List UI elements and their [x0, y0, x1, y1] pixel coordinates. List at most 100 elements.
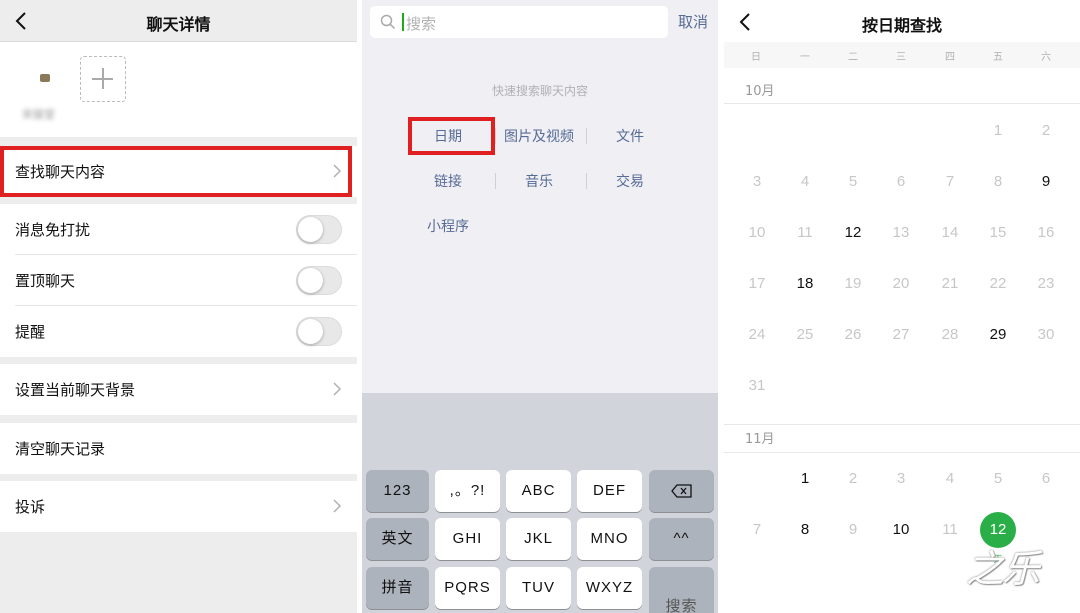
calendar-day[interactable]: 29	[978, 326, 1018, 343]
search-placeholder: 搜索	[406, 15, 437, 33]
mute-notifications-toggle[interactable]	[296, 215, 342, 244]
mute-notifications-row: 消息免打扰	[0, 204, 357, 255]
calendar-day: 7	[752, 521, 762, 538]
calendar-day: 22	[989, 275, 1007, 292]
remind-toggle[interactable]	[296, 317, 342, 346]
calendar-day[interactable]: 1	[785, 470, 825, 487]
calendar-day: 1	[993, 122, 1003, 139]
highlight-box	[0, 146, 352, 197]
calendar-day: 26	[844, 326, 862, 343]
key-emoticon[interactable]: ^^	[649, 518, 714, 560]
backspace-icon	[670, 484, 692, 498]
calendar-day: 3	[752, 173, 762, 190]
chevron-right-icon	[333, 382, 342, 396]
pin-chat-row: 置顶聊天	[0, 255, 357, 306]
search-icon	[380, 14, 396, 30]
calendar-day: 14	[941, 224, 959, 241]
key-tuv[interactable]: TUV	[506, 567, 571, 609]
weekday-header: 日 一 二 三 四 五 六	[724, 42, 1080, 68]
calendar-day: 6	[1041, 470, 1051, 487]
clear-chat-history-row[interactable]: 清空聊天记录	[0, 423, 357, 474]
member-avatar[interactable]	[24, 56, 68, 100]
category-files[interactable]: 文件	[585, 126, 675, 146]
key-def[interactable]: DEF	[577, 470, 642, 512]
calendar-day[interactable]: 12	[833, 224, 873, 241]
search-panel: 搜索 取消 快速搜索聊天内容 日期 图片及视频 文件 链接 音乐 交易 小程序 …	[362, 0, 718, 613]
calendar-day: 7	[945, 173, 955, 190]
calendar-day[interactable]: 8	[785, 521, 825, 538]
key-search[interactable]: 搜索	[649, 567, 714, 613]
month-label-november: 11月	[745, 432, 775, 447]
calendar-day: 11	[942, 521, 958, 538]
weekday-label: 三	[896, 52, 906, 63]
key-pinyin[interactable]: 拼音	[366, 567, 429, 609]
calendar-day: 5	[993, 470, 1003, 487]
key-ghi[interactable]: GHI	[435, 518, 500, 560]
clear-chat-history-label: 清空聊天记录	[15, 440, 106, 458]
calendar-day: 16	[1037, 224, 1055, 241]
set-chat-background-label: 设置当前聊天背景	[15, 381, 136, 399]
calendar-day: 8	[993, 173, 1003, 190]
weekday-label: 一	[800, 52, 810, 63]
calendar-day: 10	[748, 224, 766, 241]
mute-notifications-label: 消息免打扰	[15, 221, 91, 239]
key-123[interactable]: 123	[366, 470, 429, 512]
calendar-day: 20	[892, 275, 910, 292]
calendar-day: 21	[941, 275, 959, 292]
calendar-day: 25	[796, 326, 814, 343]
key-jkl[interactable]: JKL	[506, 518, 571, 560]
cancel-button[interactable]: 取消	[678, 11, 708, 32]
weekday-label: 二	[848, 52, 858, 63]
calendar-day: 9	[848, 521, 858, 538]
add-member-button[interactable]	[80, 56, 126, 102]
key-pqrs[interactable]: PQRS	[435, 567, 500, 609]
calendar-day: 30	[1037, 326, 1055, 343]
pin-chat-toggle[interactable]	[296, 266, 342, 295]
calendar-day: 4	[800, 173, 810, 190]
set-chat-background-row[interactable]: 设置当前聊天背景	[0, 364, 357, 415]
category-images-videos[interactable]: 图片及视频	[494, 126, 584, 146]
calendar-day: 6	[896, 173, 906, 190]
key-wxyz[interactable]: WXYZ	[577, 567, 642, 609]
month-label-october: 10月	[745, 84, 775, 99]
calendar-day[interactable]: 18	[785, 275, 825, 292]
category-links[interactable]: 链接	[403, 171, 493, 191]
highlight-box	[408, 117, 495, 155]
key-english[interactable]: 英文	[366, 518, 429, 560]
watermark-logo: 之乐	[966, 547, 1040, 591]
calendar-day: 19	[844, 275, 862, 292]
category-music[interactable]: 音乐	[494, 171, 584, 191]
keyboard: 123 ,。?! ABC DEF 英文 GHI JKL MNO ^^ 拼音 PQ…	[362, 393, 718, 613]
calendar-day[interactable]: 9	[1026, 173, 1066, 190]
key-abc[interactable]: ABC	[506, 470, 571, 512]
backspace-key[interactable]	[649, 470, 714, 512]
weekday-label: 六	[1041, 52, 1051, 63]
page-title: 按日期查找	[861, 16, 942, 35]
calendar-day: 11	[797, 224, 813, 241]
weekday-label: 五	[993, 52, 1003, 63]
calendar-day: 5	[848, 173, 858, 190]
calendar-day: 24	[748, 326, 766, 343]
member-grid: 宋骏堂	[0, 42, 357, 137]
member-name: 宋骏堂	[22, 108, 55, 121]
pin-chat-label: 置顶聊天	[15, 272, 76, 290]
calendar-day: 13	[892, 224, 910, 241]
calendar-day: 23	[1037, 275, 1055, 292]
category-mini-programs[interactable]: 小程序	[403, 216, 493, 236]
report-row[interactable]: 投诉	[0, 481, 357, 532]
category-transactions[interactable]: 交易	[585, 171, 675, 191]
report-label: 投诉	[15, 498, 46, 516]
today-date: 12	[989, 521, 1007, 538]
weekday-label: 日	[751, 52, 761, 63]
calendar-day[interactable]: 10	[881, 521, 921, 538]
key-punctuation[interactable]: ,。?!	[435, 470, 500, 512]
nav-bar: 聊天详情	[0, 0, 357, 42]
key-mno[interactable]: MNO	[577, 518, 642, 560]
search-input[interactable]: 搜索	[370, 6, 668, 38]
search-hint: 快速搜索聊天内容	[491, 84, 588, 98]
calendar-day: 3	[896, 470, 906, 487]
text-cursor	[402, 13, 404, 31]
calendar-day: 15	[989, 224, 1007, 241]
calendar-day: 31	[748, 377, 766, 394]
calendar-day: 27	[892, 326, 910, 343]
